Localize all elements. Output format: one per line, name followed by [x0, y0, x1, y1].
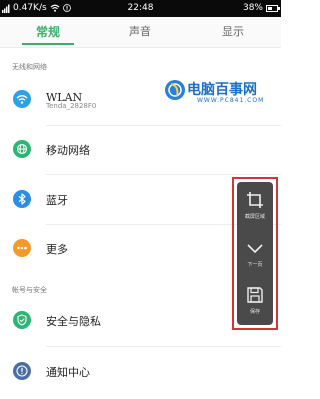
watermark-url: WWW.PC841.COM [197, 97, 265, 104]
tab-indicator [22, 43, 74, 45]
tab-display[interactable]: 显示 [185, 17, 281, 47]
bluetooth-label: 蓝牙 [46, 194, 68, 207]
crop-icon [247, 192, 263, 208]
screenshot-float-menu: 截屏区域 下一页 保存 [232, 177, 278, 330]
divider [46, 346, 281, 347]
security-privacy-label: 安全与隐私 [46, 315, 101, 328]
next-page-label: 下一页 [247, 262, 263, 268]
chevron-down-icon [247, 244, 263, 254]
battery-percent: 38% [242, 3, 263, 13]
section-header-account: 帐号与安全 [12, 286, 47, 294]
wifi-icon [13, 90, 31, 108]
divider [46, 125, 281, 126]
float-menu-body: 截屏区域 下一页 保存 [237, 182, 273, 325]
settings-item-mobile-network[interactable]: 移动网络 [0, 130, 281, 168]
section-header-wireless: 无线和网络 [12, 63, 47, 71]
save-label: 保存 [249, 309, 260, 315]
crop-area-label: 截屏区域 [244, 214, 265, 220]
bluetooth-icon [13, 190, 31, 208]
shield-icon [13, 311, 31, 329]
status-right: 38% [242, 3, 280, 13]
notification-center-label: 通知中心 [46, 366, 90, 379]
clock: 22:48 [127, 3, 154, 13]
more-label: 更多 [46, 243, 68, 256]
save-icon [247, 287, 263, 303]
battery-icon [266, 4, 280, 12]
notification-icon [13, 362, 31, 380]
tab-sound[interactable]: 声音 [90, 17, 190, 47]
mobile-network-label: 移动网络 [46, 144, 90, 157]
globe-icon [13, 140, 31, 158]
watermark-globe-icon [165, 80, 185, 100]
watermark-name: 电脑百事网 [187, 82, 257, 98]
status-bar: 0.47K/s 22:48 38% [0, 0, 281, 17]
settings-item-notification-center[interactable]: 通知中心 [0, 352, 281, 390]
crop-area-button[interactable]: 截屏区域 [237, 184, 273, 230]
watermark-logo: 电脑百事网 WWW.PC841.COM [165, 76, 277, 106]
next-page-button[interactable]: 下一页 [237, 232, 273, 278]
more-dots-icon [13, 239, 31, 257]
wlan-network-name: Tenda_2828F0 [46, 102, 97, 110]
divider [46, 174, 281, 175]
save-button[interactable]: 保存 [237, 279, 273, 325]
